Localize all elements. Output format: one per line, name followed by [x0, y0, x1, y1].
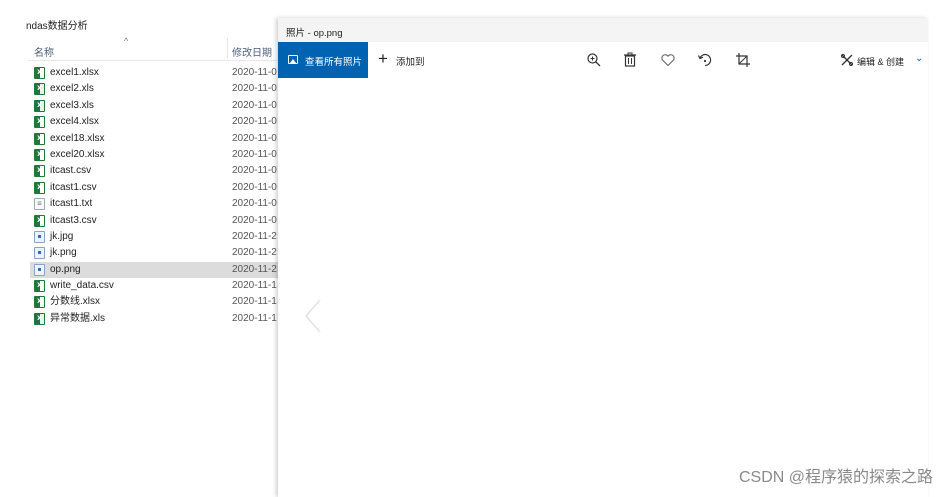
text-file-icon: ≡: [34, 198, 45, 211]
file-modified-date: 2020-11-0: [232, 214, 277, 226]
file-modified-date: 2020-11-0: [232, 148, 277, 160]
file-explorer-pane: ndas数据分析 名称 ^ 修改日期 Xexcel1.xlsx 2020-11-0…: [0, 0, 280, 497]
image-file-icon: ▪: [34, 263, 45, 276]
edit-tools-icon: [840, 53, 854, 67]
file-modified-date: 2020-11-2: [232, 263, 277, 275]
file-modified-date: 2020-11-0: [232, 198, 277, 210]
file-name: excel20.xlsx: [50, 148, 105, 160]
file-row[interactable]: Xexcel20.xlsx 2020-11-0: [30, 147, 280, 163]
excel-icon: X: [34, 99, 45, 112]
file-modified-date: 2020-11-0: [232, 165, 277, 177]
excel-icon: X: [34, 67, 45, 79]
file-modified-date: 2020-11-1: [232, 296, 277, 308]
excel-icon: X: [34, 83, 45, 96]
title-bar: 照片 - op.png: [278, 18, 928, 42]
file-row[interactable]: ▪ op.png 2020-11-2: [30, 261, 280, 279]
delete-icon[interactable]: [621, 51, 639, 69]
watermark: CSDN @程序猿的探索之路: [738, 469, 933, 486]
file-name: excel2.xls: [50, 83, 94, 95]
file-row[interactable]: ▪ jk.png 2020-11-2: [30, 245, 280, 261]
file-row[interactable]: Xexcel18.xlsx 2020-11-0: [30, 131, 280, 147]
see-all-photos-label: 查看所有照片: [305, 57, 363, 68]
photos-window: 照片 - op.png 查看所有照片 + 添加到 编辑 & 创建 ⌄: [278, 18, 928, 497]
file-row[interactable]: Xexcel2.xls 2020-11-0: [30, 81, 280, 97]
rotate-icon[interactable]: [696, 51, 714, 69]
file-name: itcast1.csv: [50, 181, 97, 193]
excel-icon: X: [34, 280, 45, 293]
chevron-left-icon: [304, 299, 321, 333]
file-row[interactable]: X 分数线.xlsx 2020-11-1: [30, 294, 280, 310]
crop-icon[interactable]: [734, 51, 752, 69]
file-row[interactable]: ≡ itcast1.txt 2020-11-0: [30, 196, 280, 212]
chevron-down-icon: ⌄: [915, 53, 924, 64]
file-name: 分数线.xlsx: [50, 296, 100, 308]
file-row[interactable]: Xitcast1.csv 2020-11-0: [30, 180, 280, 196]
file-row[interactable]: X 异常数据.xls 2020-11-1: [30, 311, 280, 327]
file-modified-date: 2020-11-0: [232, 132, 277, 144]
file-name: jk.png: [50, 247, 77, 259]
file-modified-date: 2020-11-1: [232, 312, 277, 324]
file-name: itcast1.txt: [50, 198, 93, 210]
excel-icon: X: [34, 165, 45, 178]
file-row[interactable]: ▪ jk.jpg 2020-11-2: [30, 229, 280, 245]
file-name: excel3.xls: [50, 99, 94, 111]
previous-photo-button[interactable]: [300, 296, 330, 336]
file-name: itcast.csv: [50, 165, 92, 177]
file-row[interactable]: Xitcast3.csv 2020-11-0: [30, 213, 280, 229]
file-name: excel18.xlsx: [50, 132, 105, 144]
folder-title: ndas数据分析: [26, 21, 88, 32]
window-title: 照片 - op.png: [286, 28, 343, 39]
file-modified-date: 2020-11-0: [232, 99, 277, 111]
excel-icon: X: [34, 132, 45, 145]
see-all-photos-button[interactable]: 查看所有照片: [278, 42, 368, 78]
file-name: excel1.xlsx: [50, 67, 99, 78]
file-modified-date: 2020-11-2: [232, 230, 277, 242]
excel-icon: X: [34, 116, 45, 129]
file-name: excel4.xlsx: [50, 116, 99, 128]
file-modified-date: 2020-11-0: [232, 83, 277, 95]
file-row[interactable]: Xexcel1.xlsx 2020-11-0: [30, 65, 280, 81]
file-row[interactable]: Xitcast.csv 2020-11-0: [30, 163, 280, 179]
file-list: Xexcel1.xlsx 2020-11-0 Xexcel2.xls 2020-11-…: [30, 65, 280, 327]
file-name: itcast3.csv: [50, 214, 97, 226]
file-modified-date: 2020-11-0: [232, 181, 277, 193]
excel-icon: X: [34, 312, 45, 325]
file-row[interactable]: Xexcel3.xls 2020-11-0: [30, 98, 280, 114]
edit-create-button[interactable]: 编辑 & 创建 ⌄: [840, 42, 928, 78]
favorite-icon[interactable]: [659, 51, 677, 69]
edit-create-label: 编辑 & 创建: [857, 57, 905, 67]
excel-icon: X: [34, 214, 45, 227]
column-header-date[interactable]: 修改日期: [232, 44, 272, 59]
sort-ascending-icon: ^: [124, 36, 129, 46]
image-file-icon: ▪: [34, 230, 45, 243]
image-file-icon: ▪: [34, 247, 45, 260]
file-name: write_data.csv: [50, 280, 114, 292]
file-name: jk.jpg: [50, 230, 74, 242]
gallery-icon: [288, 55, 298, 64]
file-name: 异常数据.xls: [50, 312, 105, 324]
file-modified-date: 2020-11-1: [232, 280, 277, 292]
excel-icon: X: [34, 148, 45, 161]
column-header-row: 名称 ^ 修改日期: [28, 36, 280, 61]
add-to-label: 添加到: [396, 57, 425, 68]
file-modified-date: 2020-11-0: [232, 67, 277, 78]
excel-icon: X: [34, 296, 45, 309]
excel-icon: X: [34, 181, 45, 194]
plus-icon: +: [378, 49, 388, 68]
file-row[interactable]: Xexcel4.xlsx 2020-11-0: [30, 114, 280, 130]
zoom-icon[interactable]: [585, 51, 603, 69]
file-modified-date: 2020-11-2: [232, 247, 277, 259]
add-to-button[interactable]: + 添加到: [376, 42, 436, 78]
file-modified-date: 2020-11-0: [232, 116, 277, 128]
file-name: op.png: [50, 263, 81, 275]
photos-toolbar: 查看所有照片 + 添加到 编辑 & 创建 ⌄: [278, 42, 928, 78]
file-row[interactable]: Xwrite_data.csv 2020-11-1: [30, 278, 280, 294]
column-divider[interactable]: [227, 38, 228, 58]
column-header-name[interactable]: 名称: [34, 44, 54, 59]
